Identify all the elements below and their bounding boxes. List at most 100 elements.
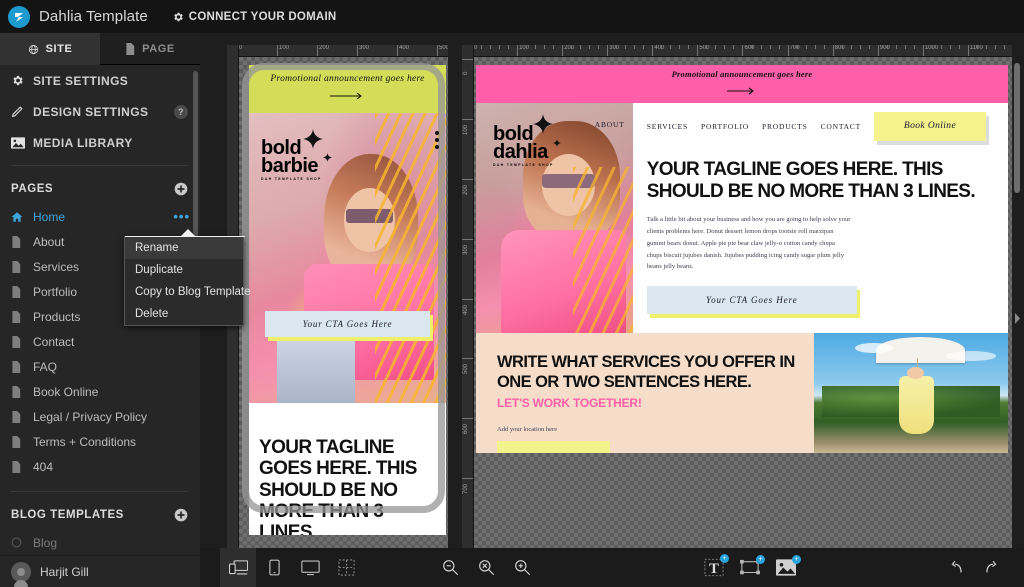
sidebar-item-faq[interactable]: FAQ bbox=[0, 354, 200, 379]
services-heading: WRITE WHAT SERVICES YOU OFFER IN ONE OR … bbox=[497, 353, 795, 391]
desktop-cta-button[interactable]: Your CTA Goes Here bbox=[646, 286, 857, 315]
mobile-preview[interactable]: 0 100 200 300 400 500 Promotional announcemen… bbox=[227, 45, 448, 548]
avatar bbox=[11, 561, 31, 587]
desktop-hero-content: ABOUT SERVICES PORTFOLIO PRODUCTS CONTAC… bbox=[595, 103, 1008, 333]
bottom-toolbar: T + + + bbox=[200, 548, 1024, 587]
ruler-tick bbox=[526, 45, 528, 49]
brand-line-2: dahlia bbox=[493, 141, 548, 163]
menu-label: Duplicate bbox=[135, 264, 183, 276]
app-logo-icon[interactable] bbox=[8, 5, 30, 28]
menu-label: Copy to Blog Template bbox=[135, 286, 251, 298]
ruler-label: 700 bbox=[789, 45, 800, 51]
sidebar-item-label: MEDIA LIBRARY bbox=[33, 135, 133, 150]
desktop-services-section[interactable]: WRITE WHAT SERVICES YOU OFFER IN ONE OR … bbox=[476, 333, 1008, 453]
zoom-reset-icon[interactable] bbox=[468, 548, 504, 587]
zoom-out-icon[interactable] bbox=[432, 548, 468, 587]
facebook-icon[interactable] bbox=[445, 318, 446, 334]
page-label: Book Online bbox=[33, 384, 99, 399]
ruler-label: 100 bbox=[519, 45, 530, 51]
mobile-hero-section[interactable]: bold barbie DAH TEMPLATE SHOP bbox=[249, 113, 446, 403]
sidebar-item-book-online[interactable]: Book Online bbox=[0, 379, 200, 404]
sidebar-item-404[interactable]: 404 bbox=[0, 454, 200, 479]
ruler-label: 800 bbox=[834, 45, 845, 51]
sidebar-item-contact[interactable]: Contact bbox=[0, 329, 200, 354]
canvas-scrollbar[interactable] bbox=[1014, 63, 1020, 193]
ruler-tick bbox=[462, 418, 473, 420]
desktop-promo-bar[interactable]: Promotional announcement goes here bbox=[476, 65, 1008, 104]
add-page-button[interactable] bbox=[174, 182, 188, 196]
add-blog-template-button[interactable] bbox=[174, 508, 188, 522]
sidebar-item-legal-privacy-policy[interactable]: Legal / Privacy Policy bbox=[0, 404, 200, 429]
ruler-label: 500 bbox=[439, 45, 448, 51]
sidebar-item-media-library[interactable]: MEDIA LIBRARY bbox=[0, 127, 200, 158]
mobile-canvas: Promotional announcement goes here bold … bbox=[239, 57, 448, 548]
book-online-label: Book Online bbox=[903, 121, 957, 131]
nav-link-about[interactable]: ABOUT bbox=[595, 120, 625, 129]
tab-page[interactable]: PAGE bbox=[100, 33, 200, 65]
desktop-view-icon[interactable] bbox=[292, 548, 328, 587]
ruler-tick bbox=[886, 45, 888, 49]
grid-select-icon[interactable] bbox=[328, 548, 364, 587]
undo-icon[interactable] bbox=[938, 548, 974, 587]
ruler-tick bbox=[437, 45, 438, 56]
help-icon[interactable]: ? bbox=[174, 104, 188, 119]
ruler-tick bbox=[841, 45, 843, 49]
mobile-view-icon[interactable] bbox=[256, 548, 292, 587]
desktop-nav: ABOUT SERVICES PORTFOLIO PRODUCTS CONTAC… bbox=[595, 103, 986, 149]
services-button[interactable] bbox=[497, 440, 610, 453]
add-text-icon[interactable]: T + bbox=[696, 548, 732, 587]
context-menu-item-delete[interactable]: Delete bbox=[125, 303, 243, 325]
twitter-icon[interactable] bbox=[445, 262, 446, 278]
connect-your-domain-button[interactable]: CONNECT YOUR DOMAIN bbox=[172, 11, 337, 23]
top-bar: Dahlia Template CONNECT YOUR DOMAIN bbox=[0, 0, 1024, 33]
redo-icon[interactable] bbox=[974, 548, 1010, 587]
sidebar-item-home[interactable]: Home ••• bbox=[0, 204, 200, 229]
svg-text:T: T bbox=[709, 561, 719, 577]
sidebar-item-blog[interactable]: Blog bbox=[0, 530, 200, 555]
nav-link-portfolio[interactable]: PORTFOLIO bbox=[701, 122, 749, 131]
ruler-label: 400 bbox=[654, 45, 665, 51]
page-icon bbox=[11, 435, 33, 448]
book-online-button[interactable]: Book Online bbox=[874, 111, 986, 141]
nav-link-products[interactable]: PRODUCTS bbox=[762, 122, 808, 131]
desktop-preview[interactable]: 010020030040050060070080090010001100 010… bbox=[462, 45, 1012, 548]
ruler-label: 300 bbox=[609, 45, 620, 51]
add-image-icon[interactable]: + bbox=[768, 548, 804, 587]
ruler-label: 900 bbox=[879, 45, 890, 51]
ruler-label: 0 bbox=[239, 45, 243, 51]
sidebar-item-site-settings[interactable]: SITE SETTINGS bbox=[0, 65, 200, 96]
context-menu-item-copy-to-blog-template[interactable]: Copy to Blog Template bbox=[125, 281, 251, 303]
sidebar-footer[interactable]: Harjit Gill bbox=[0, 555, 200, 587]
nav-link-contact[interactable]: CONTACT bbox=[821, 122, 861, 131]
ruler-tick bbox=[805, 45, 807, 49]
responsive-view-icon[interactable] bbox=[220, 548, 256, 587]
sidebar-item-terms-conditions[interactable]: Terms + Conditions bbox=[0, 429, 200, 454]
context-menu-item-duplicate[interactable]: Duplicate bbox=[125, 259, 243, 281]
mobile-intro-section[interactable]: YOUR TAGLINE GOES HERE. THIS SHOULD BE N… bbox=[249, 403, 446, 535]
canvas-area: 0 100 200 300 400 500 Promotional announcemen… bbox=[200, 33, 1024, 548]
ruler-tick bbox=[931, 45, 933, 49]
mobile-promo-bar[interactable]: Promotional announcement goes here bbox=[249, 65, 446, 114]
zoom-in-icon[interactable] bbox=[504, 548, 540, 587]
page-label: Blog bbox=[33, 535, 58, 550]
desktop-hero-section[interactable]: bold dahlia DAH TEMPLATE SHOP ABOUT SERV… bbox=[476, 103, 1008, 333]
ruler-tick bbox=[994, 45, 996, 49]
ruler-tick bbox=[544, 45, 546, 49]
linkedin-icon[interactable] bbox=[445, 346, 446, 362]
ruler-tick bbox=[904, 45, 906, 49]
sidebar-item-design-settings[interactable]: DESIGN SETTINGS ? bbox=[0, 96, 200, 127]
ruler-tick bbox=[814, 45, 816, 49]
nav-link-services[interactable]: SERVICES bbox=[647, 122, 688, 131]
chevron-right-icon[interactable] bbox=[1012, 308, 1022, 328]
context-menu-item-rename[interactable]: Rename bbox=[125, 237, 243, 259]
ruler-tick bbox=[589, 45, 591, 49]
ruler-tick bbox=[462, 358, 473, 360]
kebab-icon[interactable]: ••• bbox=[173, 210, 190, 223]
gear-icon bbox=[11, 74, 33, 87]
kebab-icon[interactable] bbox=[435, 131, 439, 149]
mobile-cta-button[interactable]: Your CTA Goes Here bbox=[265, 311, 430, 337]
instagram-icon[interactable] bbox=[445, 290, 446, 306]
add-shape-icon[interactable]: + bbox=[732, 548, 768, 587]
tab-site[interactable]: SITE bbox=[0, 33, 100, 65]
ruler-label: 500 bbox=[699, 45, 710, 51]
